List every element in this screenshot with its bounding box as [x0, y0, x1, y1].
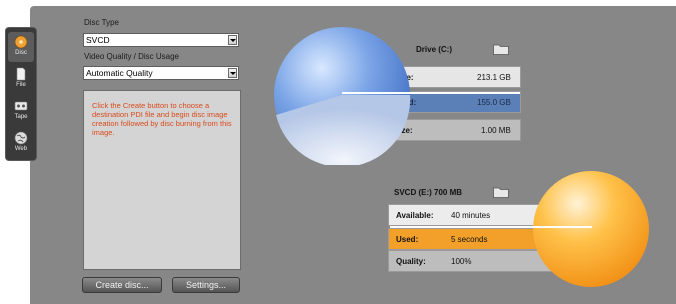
- output-tab-strip: Disc File Tape Web: [6, 28, 36, 160]
- tab-tape-label: Tape: [14, 114, 28, 120]
- drive-usage-pie: [274, 27, 412, 165]
- tab-web-label: Web: [14, 146, 28, 152]
- disc-pointer-line: [390, 226, 592, 228]
- chevron-down-icon: [228, 35, 237, 45]
- tab-tape[interactable]: Tape: [8, 96, 34, 126]
- disc-used-label: Used:: [396, 235, 419, 244]
- disc-used-value: 5 seconds: [451, 235, 488, 244]
- file-icon: [16, 67, 26, 81]
- disc-type-label: Disc Type: [84, 18, 119, 27]
- web-icon: [14, 131, 28, 145]
- disc-quality-value: 100%: [451, 257, 472, 266]
- quality-select[interactable]: Automatic Quality: [83, 66, 239, 80]
- disc-icon: [14, 35, 28, 49]
- drive-pointer-line: [342, 92, 520, 94]
- drive-size-value: 1.00 MB: [481, 126, 511, 135]
- drive-title: Drive (C:): [416, 45, 453, 54]
- disc-quality-label: Quality:: [396, 257, 426, 266]
- disc-usage-pie: [533, 171, 649, 287]
- disc-available-value: 40 minutes: [451, 211, 491, 220]
- quality-value: Automatic Quality: [86, 68, 153, 78]
- settings-button[interactable]: Settings...: [172, 277, 240, 293]
- disc-type-select[interactable]: SVCD: [83, 33, 239, 47]
- disc-output-window: Disc File Tape Web Disc Type SVCD Video …: [0, 0, 676, 304]
- tab-disc[interactable]: Disc: [8, 32, 34, 62]
- tab-file-label: File: [16, 82, 26, 88]
- tab-web[interactable]: Web: [8, 128, 34, 158]
- disc-title: SVCD (E:) 700 MB: [394, 188, 463, 197]
- folder-icon[interactable]: [493, 186, 509, 198]
- tab-file[interactable]: File: [8, 64, 34, 94]
- chevron-down-icon: [228, 68, 237, 78]
- folder-icon[interactable]: [493, 43, 509, 55]
- quality-label: Video Quality / Disc Usage: [84, 52, 180, 61]
- drive-free-value: 213.1 GB: [477, 73, 511, 82]
- drive-used-value: 155.0 GB: [477, 98, 511, 107]
- disc-type-value: SVCD: [86, 35, 110, 45]
- info-message-text: Click the Create button to choose a dest…: [92, 101, 232, 137]
- create-disc-button[interactable]: Create disc...: [82, 277, 162, 293]
- tab-disc-label: Disc: [15, 50, 27, 56]
- info-message-box: Click the Create button to choose a dest…: [83, 90, 241, 270]
- disc-available-label: Available:: [396, 211, 434, 220]
- tape-icon: [14, 101, 28, 111]
